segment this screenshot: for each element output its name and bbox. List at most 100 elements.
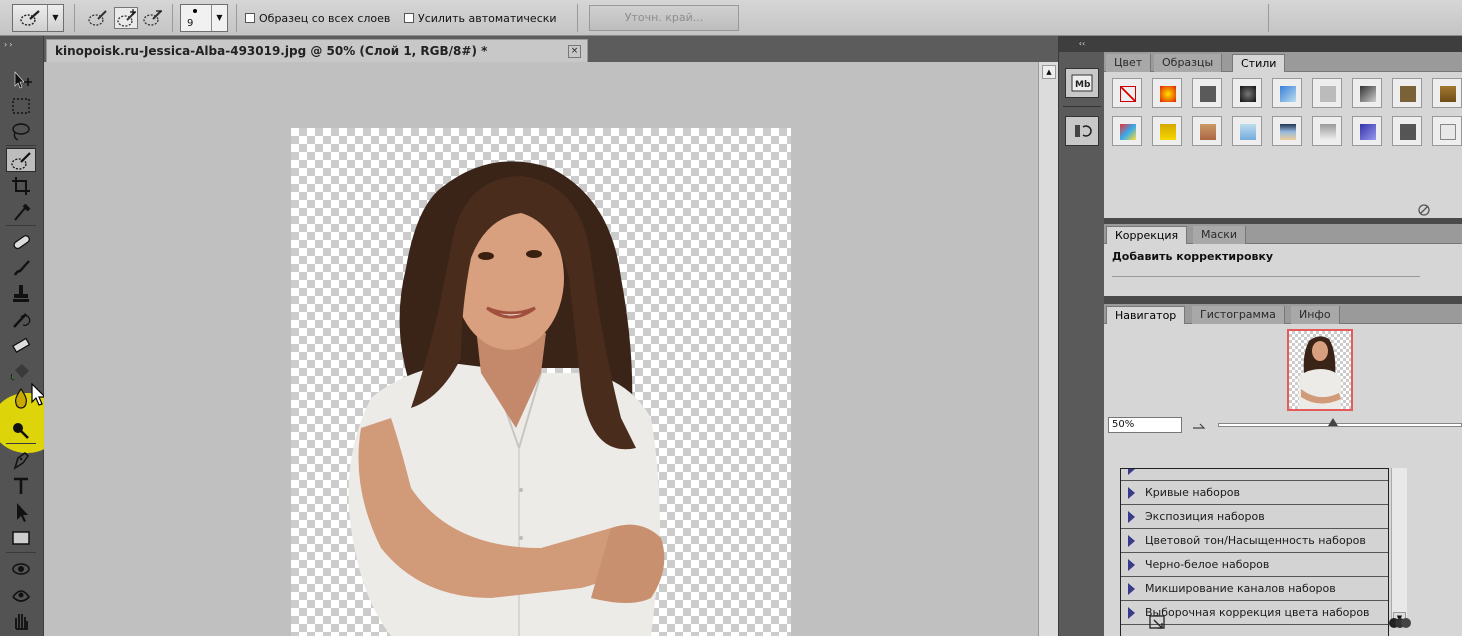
- style-swatch[interactable]: [1192, 116, 1222, 146]
- presets-scrollbar[interactable]: ▼: [1391, 468, 1407, 626]
- tab-info[interactable]: Инфо: [1291, 306, 1340, 324]
- list-item-label: Кривые наборов: [1145, 486, 1241, 499]
- document-canvas[interactable]: [291, 128, 791, 636]
- style-swatch[interactable]: [1312, 116, 1342, 146]
- style-swatch[interactable]: [1272, 78, 1302, 108]
- paint-bucket-tool[interactable]: [6, 360, 36, 384]
- path-selection-tool[interactable]: [6, 500, 36, 524]
- tab-styles[interactable]: Стили: [1232, 54, 1286, 72]
- tab-navigator[interactable]: Навигатор: [1106, 306, 1186, 324]
- style-swatch[interactable]: [1232, 116, 1262, 146]
- adjustment-presets-list: Кривые наборов Экспозиция наборов Цветов…: [1120, 468, 1389, 636]
- 3d-rotate-tool[interactable]: [6, 557, 36, 581]
- chevron-down-icon[interactable]: ▼: [211, 5, 227, 31]
- list-item-label: Черно-белое наборов: [1145, 558, 1270, 571]
- clip-to-layer-icon[interactable]: [1388, 616, 1414, 630]
- navigator-preview-image: [1299, 336, 1341, 409]
- rectangle-tool[interactable]: [6, 526, 36, 550]
- expand-triangle-icon[interactable]: [1128, 583, 1135, 595]
- brush-tool[interactable]: [6, 256, 36, 280]
- eyedropper-tool[interactable]: [6, 199, 36, 223]
- style-preview: [1120, 124, 1136, 140]
- style-swatch[interactable]: [1272, 116, 1302, 146]
- style-preview: [1360, 124, 1376, 140]
- crop-tool[interactable]: [6, 174, 36, 198]
- scroll-up-arrow-icon[interactable]: ▲: [1042, 65, 1056, 79]
- pen-tool[interactable]: [6, 448, 36, 472]
- panel-grip[interactable]: ››: [4, 40, 40, 49]
- clone-stamp-tool[interactable]: [6, 282, 36, 306]
- style-swatch[interactable]: [1432, 116, 1462, 146]
- list-item[interactable]: Экспозиция наборов: [1121, 505, 1388, 529]
- expand-triangle-icon[interactable]: [1128, 559, 1135, 571]
- checkbox-box[interactable]: [245, 13, 255, 23]
- document-tab[interactable]: kinopoisk.ru-Jessica-Alba-493019.jpg @ 5…: [46, 39, 588, 62]
- auto-enhance-checkbox[interactable]: Усилить автоматически: [404, 11, 557, 25]
- style-swatch[interactable]: [1152, 116, 1182, 146]
- history-button[interactable]: [1065, 116, 1099, 146]
- quick-selection-tool[interactable]: [6, 148, 36, 172]
- expand-triangle-icon[interactable]: [1128, 469, 1135, 475]
- style-swatch[interactable]: [1352, 116, 1382, 146]
- tab-histogram[interactable]: Гистограмма: [1192, 306, 1285, 324]
- 3d-rotate-icon: [12, 563, 30, 575]
- expand-triangle-icon[interactable]: [1128, 607, 1135, 619]
- add-to-selection-button[interactable]: [114, 7, 138, 29]
- zoom-slider-thumb[interactable]: [1327, 418, 1338, 426]
- return-to-list-icon[interactable]: [1148, 614, 1170, 632]
- list-item[interactable]: Кривые наборов: [1121, 481, 1388, 505]
- zoom-out-icon[interactable]: [1192, 420, 1206, 430]
- style-swatch[interactable]: [1392, 116, 1422, 146]
- vertical-scrollbar[interactable]: ▲: [1038, 62, 1058, 636]
- style-swatch[interactable]: [1232, 78, 1262, 108]
- style-preview: [1240, 124, 1256, 140]
- style-preview: [1360, 86, 1376, 102]
- history-brush-tool[interactable]: [6, 308, 36, 332]
- clear-style-icon[interactable]: [1417, 203, 1431, 217]
- dodge-tool[interactable]: [6, 418, 36, 442]
- checkbox-box[interactable]: [404, 13, 414, 23]
- move-tool[interactable]: [6, 68, 36, 92]
- style-swatch[interactable]: [1112, 78, 1142, 108]
- marquee-tool[interactable]: [6, 94, 36, 118]
- hand-tool[interactable]: [6, 609, 36, 633]
- sample-all-layers-checkbox[interactable]: Образец со всех слоев: [245, 11, 390, 25]
- mini-bridge-button[interactable]: Mb: [1065, 68, 1099, 98]
- list-item-label: Выборочная коррекция цвета наборов: [1145, 606, 1370, 619]
- style-swatch[interactable]: [1152, 78, 1182, 108]
- lasso-tool[interactable]: [6, 120, 36, 144]
- tab-color[interactable]: Цвет: [1106, 54, 1152, 72]
- tab-swatches[interactable]: Образцы: [1154, 54, 1223, 72]
- tab-adjustments[interactable]: Коррекция: [1106, 226, 1188, 244]
- navigator-thumbnail[interactable]: [1287, 329, 1353, 411]
- brush-size-picker[interactable]: 9 ▼: [180, 4, 228, 32]
- zoom-field[interactable]: 50%: [1108, 417, 1182, 433]
- style-swatch[interactable]: [1432, 78, 1462, 108]
- style-preview: [1320, 124, 1336, 140]
- new-selection-button[interactable]: [86, 7, 110, 29]
- collapse-dock-icon[interactable]: ‹‹: [1059, 36, 1105, 52]
- list-item[interactable]: Микширование каналов наборов: [1121, 577, 1388, 601]
- healing-brush-tool[interactable]: [6, 230, 36, 254]
- subtract-from-selection-button[interactable]: [141, 7, 165, 29]
- 3d-orbit-tool[interactable]: [6, 583, 36, 607]
- expand-triangle-icon[interactable]: [1128, 511, 1135, 523]
- style-swatch[interactable]: [1112, 116, 1142, 146]
- tool-preset-picker[interactable]: ▼: [12, 4, 64, 32]
- expand-triangle-icon[interactable]: [1128, 535, 1135, 547]
- list-item[interactable]: [1121, 469, 1388, 481]
- eraser-tool[interactable]: [6, 334, 36, 358]
- style-swatch[interactable]: [1192, 78, 1222, 108]
- zoom-slider[interactable]: [1218, 423, 1462, 427]
- list-item[interactable]: Цветовой тон/Насыщенность наборов: [1121, 529, 1388, 553]
- expand-triangle-icon[interactable]: [1128, 487, 1135, 499]
- close-icon[interactable]: ×: [568, 45, 581, 58]
- style-swatch[interactable]: [1352, 78, 1382, 108]
- style-swatch[interactable]: [1312, 78, 1342, 108]
- style-swatch[interactable]: [1392, 78, 1422, 108]
- tab-masks[interactable]: Маски: [1193, 226, 1247, 244]
- refine-edge-button[interactable]: Уточн. край...: [589, 5, 739, 31]
- list-item[interactable]: Черно-белое наборов: [1121, 553, 1388, 577]
- chevron-down-icon[interactable]: ▼: [47, 5, 63, 31]
- type-tool[interactable]: [6, 474, 36, 498]
